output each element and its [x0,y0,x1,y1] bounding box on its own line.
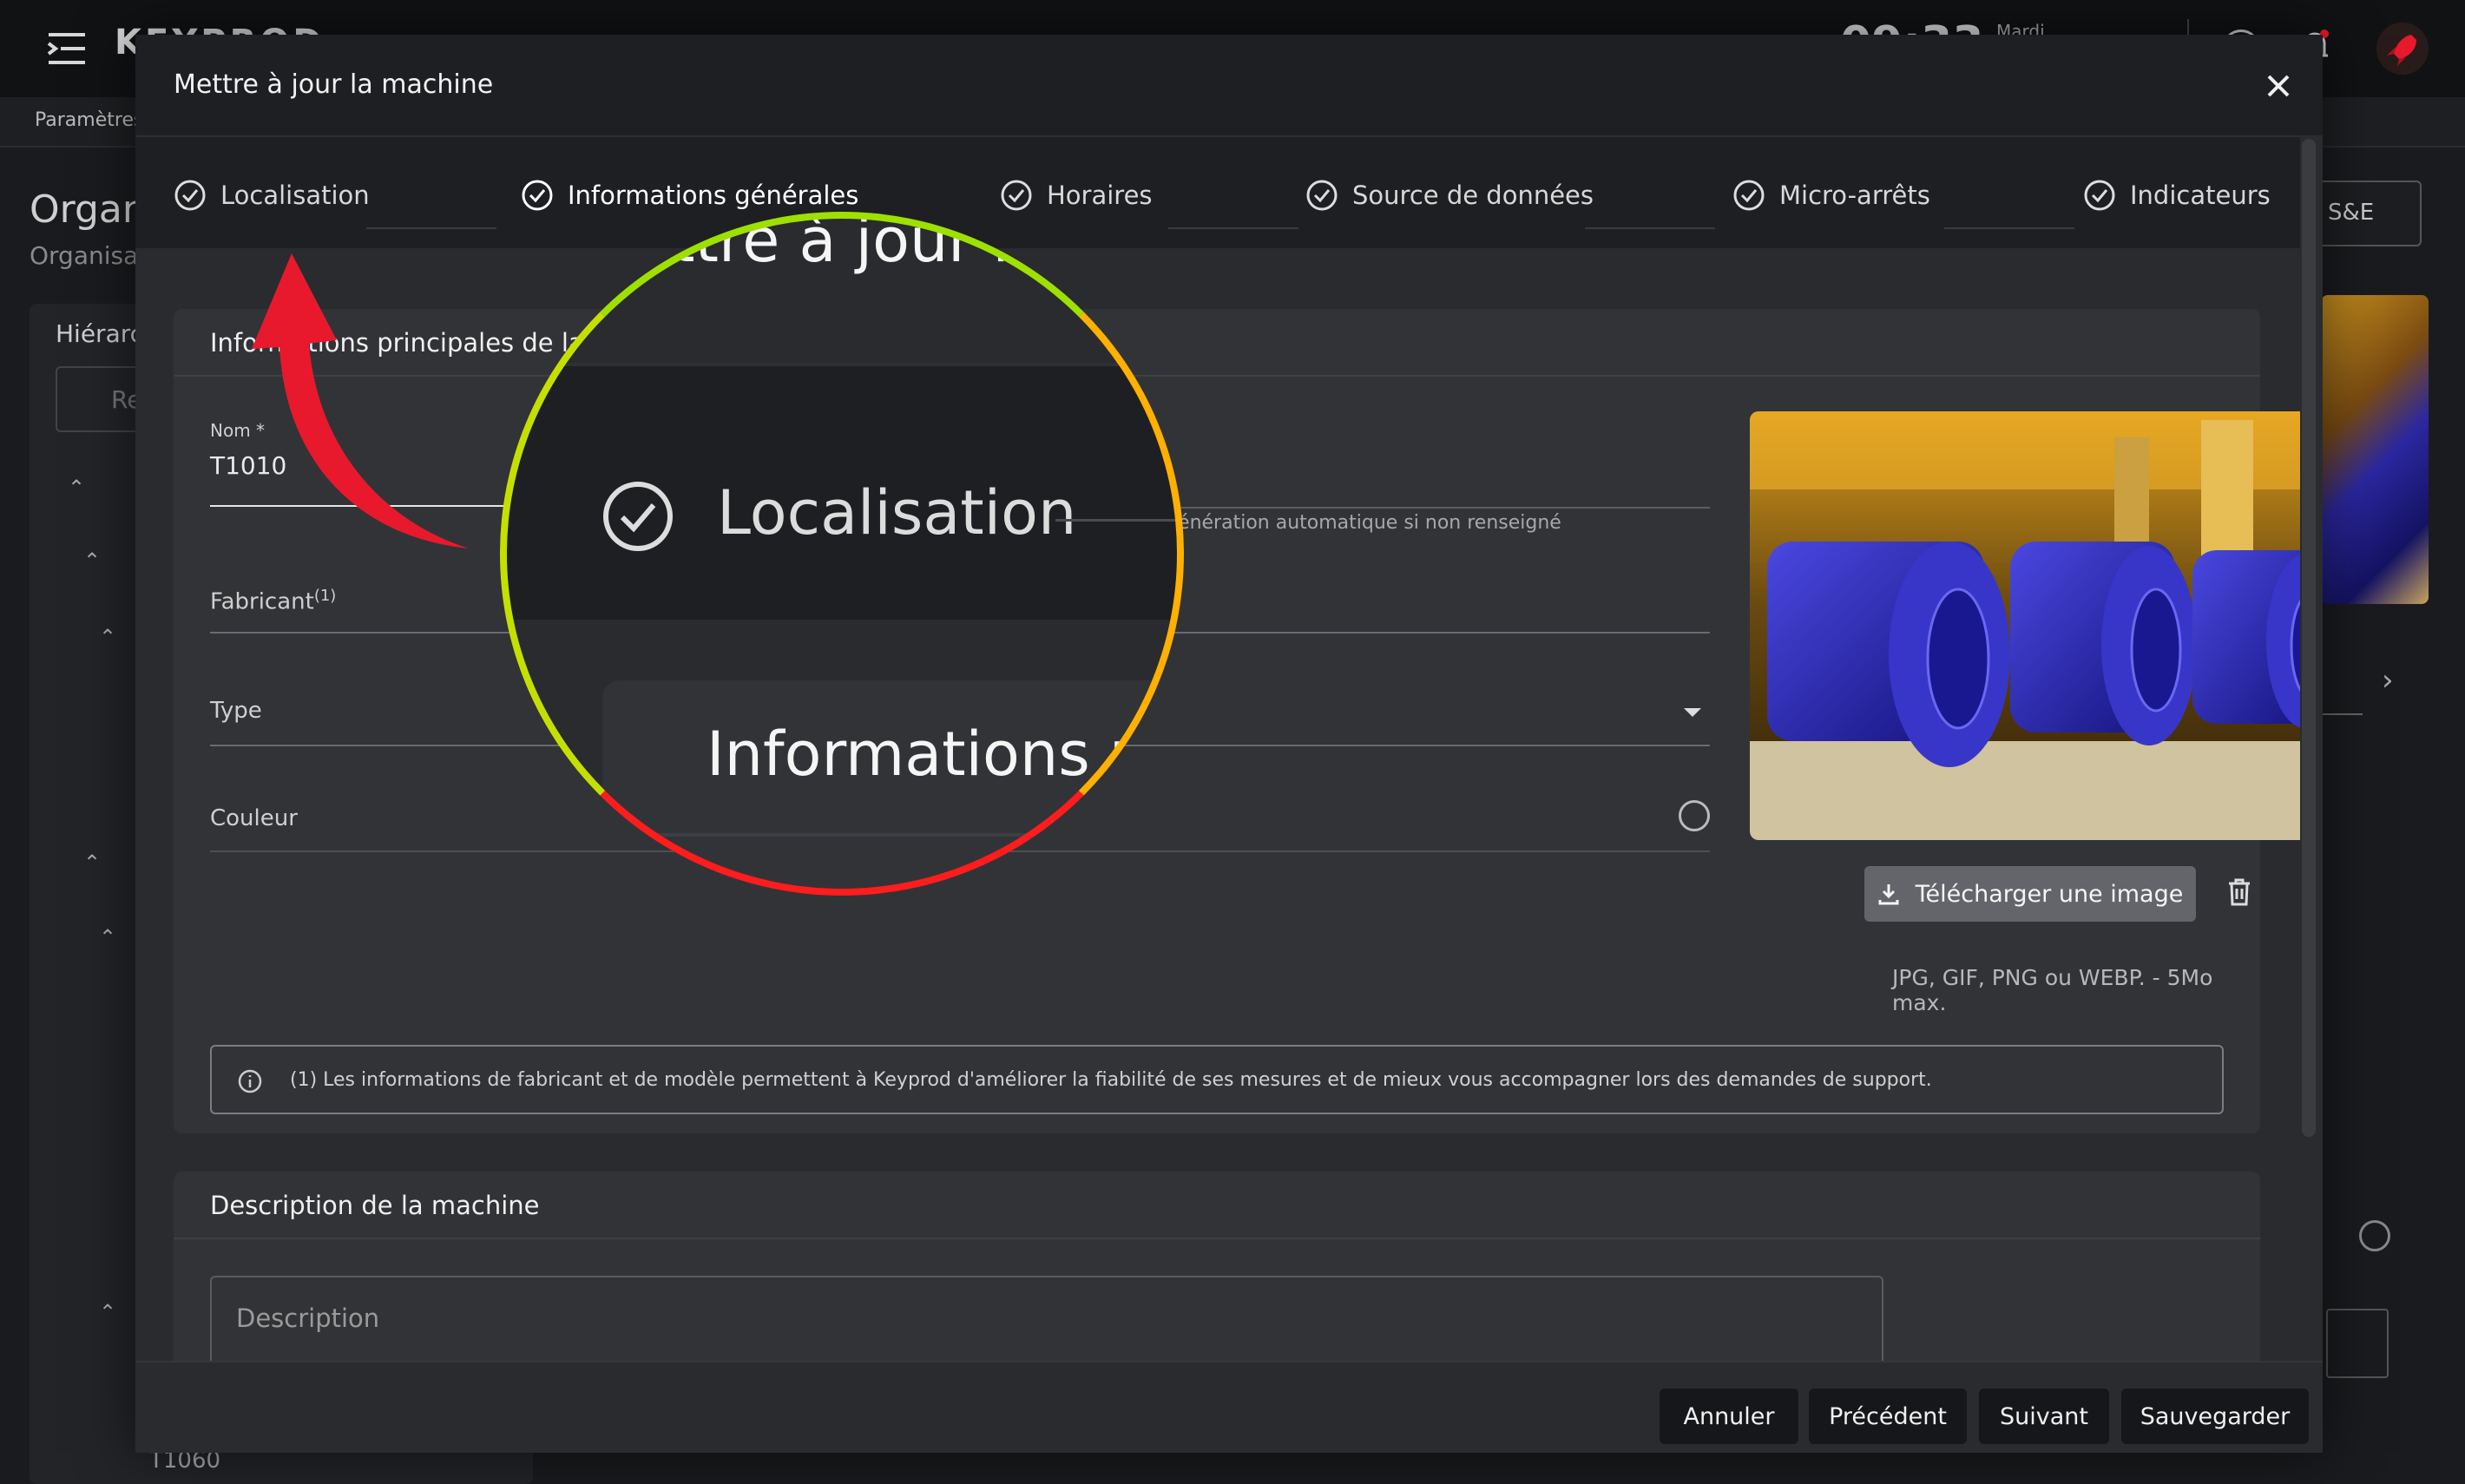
color-label: Couleur [210,805,298,831]
cancel-button[interactable]: Annuler [1660,1389,1798,1444]
machine-image [1750,411,2300,840]
stepper: Localisation Informations générales Hora… [135,135,2300,248]
check-circle-icon [2084,180,2115,211]
check-circle-icon [603,482,673,551]
avatar[interactable] [2376,23,2429,75]
red-arrow-annotation [252,253,469,548]
industrial-motors-image [1750,411,2300,840]
description-textarea[interactable]: Description [210,1276,1883,1361]
breadcrumb-item[interactable]: Paramètres [35,109,143,131]
machine-thumbnail [2321,295,2429,604]
step-indicators[interactable]: Indicateurs [2083,179,2271,212]
menu-icon[interactable] [45,30,89,68]
card-header: Description de la machine [174,1172,2260,1239]
card-title: Description de la machine [210,1191,540,1220]
chevron-up-icon[interactable]: ⌃ [99,625,116,649]
chevron-up-icon[interactable]: ⌃ [99,1300,116,1324]
close-icon[interactable] [2260,68,2297,104]
step-localisation[interactable]: Localisation [174,179,370,212]
step-label: Micro-arrêts [1779,181,1930,210]
zoomed-card-title: Informations pr [707,719,1173,790]
info-icon [238,1069,262,1093]
step-connector [1168,227,1298,229]
chevron-up-icon[interactable]: ⌃ [83,850,101,875]
info-note: (1) Les informations de fabricant et de … [210,1045,2224,1114]
input-box[interactable] [2326,1309,2389,1378]
chevron-right-icon[interactable]: › [2382,663,2394,698]
code-field[interactable] [1163,439,1710,509]
description-placeholder: Description [236,1303,380,1333]
modal-header: Mettre à jour la machine [135,35,2323,135]
next-button[interactable]: Suivant [1979,1389,2109,1444]
step-label: Indicateurs [2130,181,2271,210]
chevron-up-icon[interactable]: ⌃ [99,925,116,949]
manufacturer-label: Fabricant(1) [210,587,337,615]
step-schedules[interactable]: Horaires [1000,179,1153,212]
step-connector [1944,227,2074,229]
step-connector [1585,227,1715,229]
check-circle-icon [1306,180,1338,211]
upload-image-button[interactable]: Télécharger une image [1864,866,2196,922]
modal-title: Mettre à jour la machine [174,69,494,100]
divider [2317,713,2363,715]
step-general-info[interactable]: Informations générales [521,179,858,212]
main-info-card: Informations principales de la machine N… [174,309,2300,1133]
card-header: Informations principales de la machine [174,309,2260,377]
magnifier-zoom: ettre à jour la Localisation Information… [503,215,1180,892]
description-card: Description de la machine Description [174,1172,2260,1361]
check-circle-icon [522,180,553,211]
step-label: Source de données [1352,181,1594,210]
zoomed-title: ettre à jour la [634,215,1047,276]
upload-label: Télécharger une image [1915,880,2184,908]
save-button[interactable]: Sauvegarder [2121,1389,2309,1444]
step-micro-stops[interactable]: Micro-arrêts [1732,179,1930,212]
image-formats-hint: JPG, GIF, PNG ou WEBP. - 5Mo max. [1892,965,2213,1015]
modal-footer: Annuler Précédent Suivant Sauvegarder [135,1361,2323,1453]
info-note-text: (1) Les informations de fabricant et de … [290,1069,1932,1091]
type-label: Type [210,698,262,724]
zoomed-stepper: Localisation [503,363,1180,620]
download-icon [1878,884,1899,905]
radio-icon[interactable] [2359,1220,2390,1251]
step-label: Localisation [220,181,370,210]
chevron-up-icon[interactable]: ⌃ [83,548,101,573]
caret-down-icon [1684,708,1701,717]
previous-button[interactable]: Précédent [1809,1389,1967,1444]
site-selector-value: S&E [2328,200,2375,226]
step-connector [366,227,496,229]
step-data-source[interactable]: Source de données [1305,179,1594,212]
divider [602,833,1180,837]
step-connector [1055,519,1180,522]
step-label: Informations générales [568,181,859,210]
step-label: Horaires [1047,181,1153,210]
check-circle-icon [1733,180,1765,211]
color-swatch[interactable] [1679,800,1710,831]
scrollbar[interactable] [2302,139,2316,1137]
code-hint: Génération automatique si non renseigné [1163,512,1561,534]
zoomed-step-label: Localisation [717,477,1077,548]
trash-icon[interactable] [2227,878,2251,906]
zoomed-card: Informations pr [602,680,1180,892]
check-circle-icon [174,180,206,211]
chevron-up-icon[interactable]: ⌃ [68,476,85,500]
check-circle-icon [1001,180,1032,211]
rocket-icon [2387,35,2416,66]
